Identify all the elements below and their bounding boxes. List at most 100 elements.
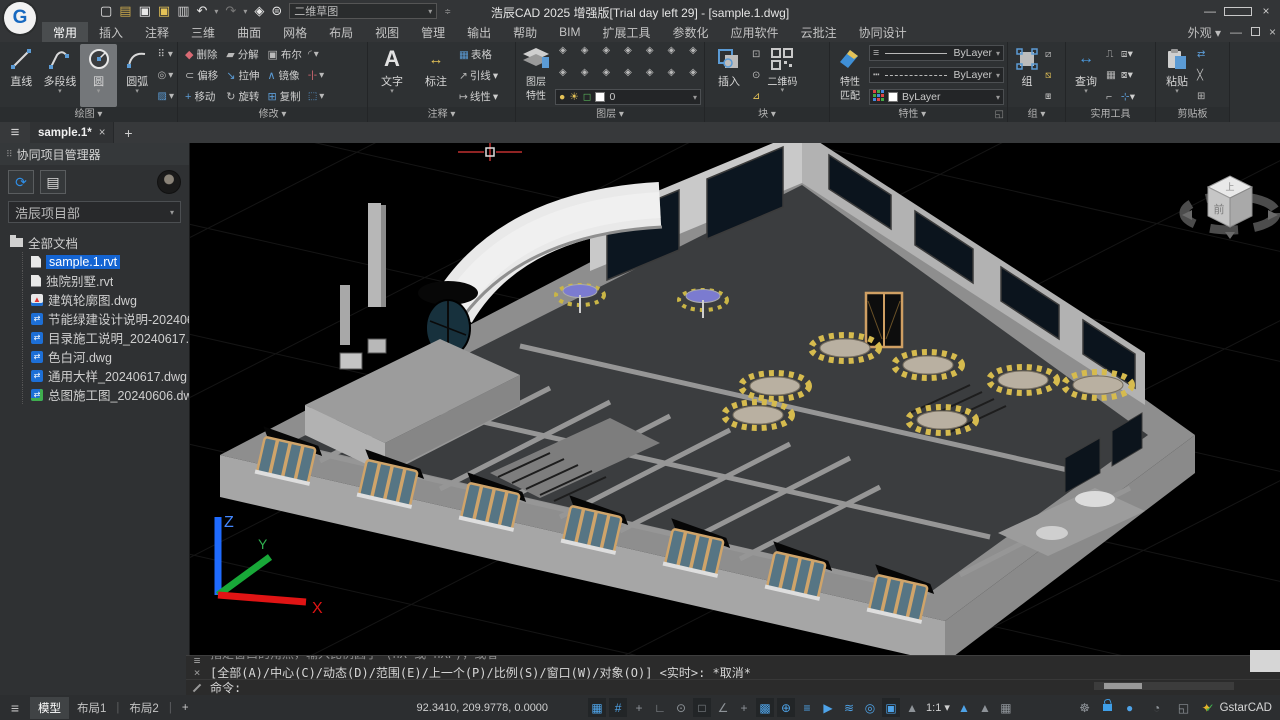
ui-lock-icon[interactable] xyxy=(1103,704,1112,711)
tree-item[interactable]: sample.1.rvt xyxy=(22,252,189,271)
user-avatar[interactable] xyxy=(157,170,181,194)
erase-button[interactable]: ◆删除 xyxy=(185,47,218,62)
annotation-auto-icon[interactable]: ▲ xyxy=(976,698,994,717)
layer-unisolate-icon[interactable]: ◈ xyxy=(646,45,654,56)
panel-modify-footer[interactable]: 修改 ▾ xyxy=(178,107,367,122)
offset-button[interactable]: ⊂偏移 xyxy=(185,68,218,83)
tree-item[interactable]: ⇄ 总图施工图_20240606.dwg xyxy=(22,385,189,404)
gstarcad-brand[interactable]: ✦✓ GstarCAD xyxy=(1202,701,1272,715)
snap-toggle-icon[interactable]: # xyxy=(609,698,627,717)
ucs-axis-icon[interactable]: Z Y X xyxy=(218,514,323,617)
tab-collab-design[interactable]: 协同设计 xyxy=(848,22,918,42)
layer-on-icon[interactable]: ◈ xyxy=(559,45,567,56)
measure-icon[interactable]: ⎍ xyxy=(1106,48,1116,61)
layer-prev-icon[interactable]: ◈ xyxy=(646,67,654,78)
arc-button[interactable]: 圆弧 ▾ xyxy=(119,44,156,107)
move-button[interactable]: +移动 xyxy=(185,89,218,104)
array-tools-icon[interactable]: ⬚▾ xyxy=(308,91,324,102)
snap-3d-icon[interactable]: + xyxy=(735,698,753,717)
tab-view[interactable]: 视图 xyxy=(364,22,410,42)
layer-properties-button[interactable]: 图层 特性 xyxy=(519,44,553,107)
performance-gauge-icon[interactable]: ◔ xyxy=(1148,698,1166,717)
panel-layer-footer[interactable]: 图层 ▾ xyxy=(516,107,704,122)
tab-home[interactable]: 常用 xyxy=(42,22,88,42)
restore-button[interactable] xyxy=(1224,0,1252,22)
document-tab[interactable]: sample.1* × xyxy=(30,122,114,143)
stretch-button[interactable]: ↘拉伸 xyxy=(226,68,259,83)
tab-apps[interactable]: 应用软件 xyxy=(720,22,790,42)
drawing-canvas[interactable]: 上 前 Z Y X xyxy=(190,143,1280,655)
layer-combo[interactable]: ● ☀ ◻ 0 ▾ xyxy=(555,89,701,105)
gstarcad-logo[interactable]: G xyxy=(4,2,36,34)
import-file-button[interactable]: ▤ xyxy=(40,170,66,194)
polyline-button[interactable]: 多段线 ▾ xyxy=(42,44,79,107)
model-tab[interactable]: 模型 xyxy=(30,697,69,719)
insert-button[interactable]: 插入 xyxy=(708,44,750,107)
copy-button[interactable]: ⊞复制 xyxy=(267,89,301,104)
clean-screen-icon[interactable]: ▣ xyxy=(882,698,900,717)
menu-hamburger-icon[interactable]: ≡ xyxy=(0,124,30,141)
paste-button[interactable]: 粘贴 ▾ xyxy=(1159,44,1195,107)
group-edit-icon[interactable]: ⧅ xyxy=(1045,70,1051,81)
quick-properties-icon[interactable]: ▦ xyxy=(997,698,1015,717)
centerline-snap-icon[interactable]: ⊕ xyxy=(777,698,795,717)
minimize-button[interactable]: — xyxy=(1196,0,1224,22)
tree-item[interactable]: ⇄ 目录施工说明_20240617.dwg xyxy=(22,328,189,347)
linetype-combo[interactable]: ┅ ByLayer▾ xyxy=(869,67,1004,83)
tips-bulb-icon[interactable]: ● xyxy=(1121,698,1139,717)
mirror-button[interactable]: ∧镜像 xyxy=(267,68,301,83)
color-combo[interactable]: ByLayer▾ xyxy=(869,89,1004,105)
view-cube[interactable]: 上 前 xyxy=(1182,176,1278,239)
panel-draw-footer[interactable]: 绘图 ▾ xyxy=(0,107,177,122)
layer-isolate-icon[interactable]: ◈ xyxy=(624,45,632,56)
tab-insert[interactable]: 插入 xyxy=(88,22,134,42)
qrcode-button[interactable]: 二维码 ▾ xyxy=(762,44,802,107)
panel-utilities-footer[interactable]: 实用工具 xyxy=(1066,107,1155,122)
tab-surface[interactable]: 曲面 xyxy=(226,22,272,42)
calculator-icon[interactable]: ▦ xyxy=(1106,69,1116,82)
tab-manage[interactable]: 管理 xyxy=(410,22,456,42)
panel-block-footer[interactable]: 块 ▾ xyxy=(705,107,829,122)
snap-mode-icon[interactable]: + xyxy=(630,698,648,717)
layer-unlock-icon[interactable]: ◈ xyxy=(602,45,610,56)
point-id-icon[interactable]: ⧇▾ xyxy=(1121,69,1135,82)
doc-close-button[interactable]: × xyxy=(1269,25,1276,39)
linear-button[interactable]: ↦线性▾ xyxy=(459,89,498,104)
tree-item[interactable]: 独院别墅.rvt xyxy=(22,271,189,290)
settings-gear-icon[interactable]: ☸ xyxy=(1076,698,1094,717)
lineweight-combo[interactable]: ≡ ByLayer▾ xyxy=(869,45,1004,61)
close-button[interactable]: × xyxy=(1252,0,1280,22)
dimension-button[interactable]: ↔ 标注 xyxy=(415,44,457,107)
selection-cycling-icon[interactable]: ▶ xyxy=(819,698,837,717)
tab-mesh[interactable]: 网格 xyxy=(272,22,318,42)
fullscreen-icon[interactable]: ◱ xyxy=(1175,698,1193,717)
panel-grip-icon[interactable]: ⠿ xyxy=(6,149,12,160)
cut-icon[interactable]: ╳ xyxy=(1197,70,1205,81)
doc-restore-button[interactable] xyxy=(1251,25,1260,39)
layer-states-icon[interactable]: ◈ xyxy=(689,67,697,78)
break-tools-icon[interactable]: -|-▾ xyxy=(308,70,324,81)
tab-output[interactable]: 输出 xyxy=(456,22,502,42)
polar-tracking-icon[interactable]: ⊙ xyxy=(672,698,690,717)
rotate-button[interactable]: ↻旋转 xyxy=(226,89,259,104)
block-attr-icon[interactable]: ⊿ xyxy=(752,91,760,102)
panel-annotate-footer[interactable]: 注释 ▾ xyxy=(368,107,515,122)
tab-express[interactable]: 扩展工具 xyxy=(592,22,662,42)
tab-help[interactable]: 帮助 xyxy=(502,22,548,42)
hatch-tools-icon[interactable]: ▨▾ xyxy=(158,91,174,102)
tab-bim[interactable]: BIM xyxy=(548,22,591,42)
tree-item[interactable]: ⇄ 色白河.dwg xyxy=(22,347,189,366)
command-scrollbar[interactable] xyxy=(1094,682,1234,690)
tab-layout[interactable]: 布局 xyxy=(318,22,364,42)
layout2-tab[interactable]: 布局2 xyxy=(121,697,166,719)
grid-toggle-icon[interactable]: ▦ xyxy=(588,698,606,717)
tree-item[interactable]: ⇄ 通用大样_20240617.dwg xyxy=(22,366,189,385)
block-edit-icon[interactable]: ⊙ xyxy=(752,70,760,81)
tab-close-icon[interactable]: × xyxy=(99,127,106,139)
match-properties-button[interactable]: 特性 匹配 xyxy=(833,44,867,107)
corner-icon[interactable]: ⌐ xyxy=(1106,91,1116,103)
layer-merge-icon[interactable]: ◈ xyxy=(668,45,676,56)
panel-clipboard-footer[interactable]: 剪贴板 xyxy=(1156,107,1229,122)
doc-minimize-button[interactable]: — xyxy=(1230,25,1242,39)
layer-isolate-status-icon[interactable]: ≋ xyxy=(840,698,858,717)
